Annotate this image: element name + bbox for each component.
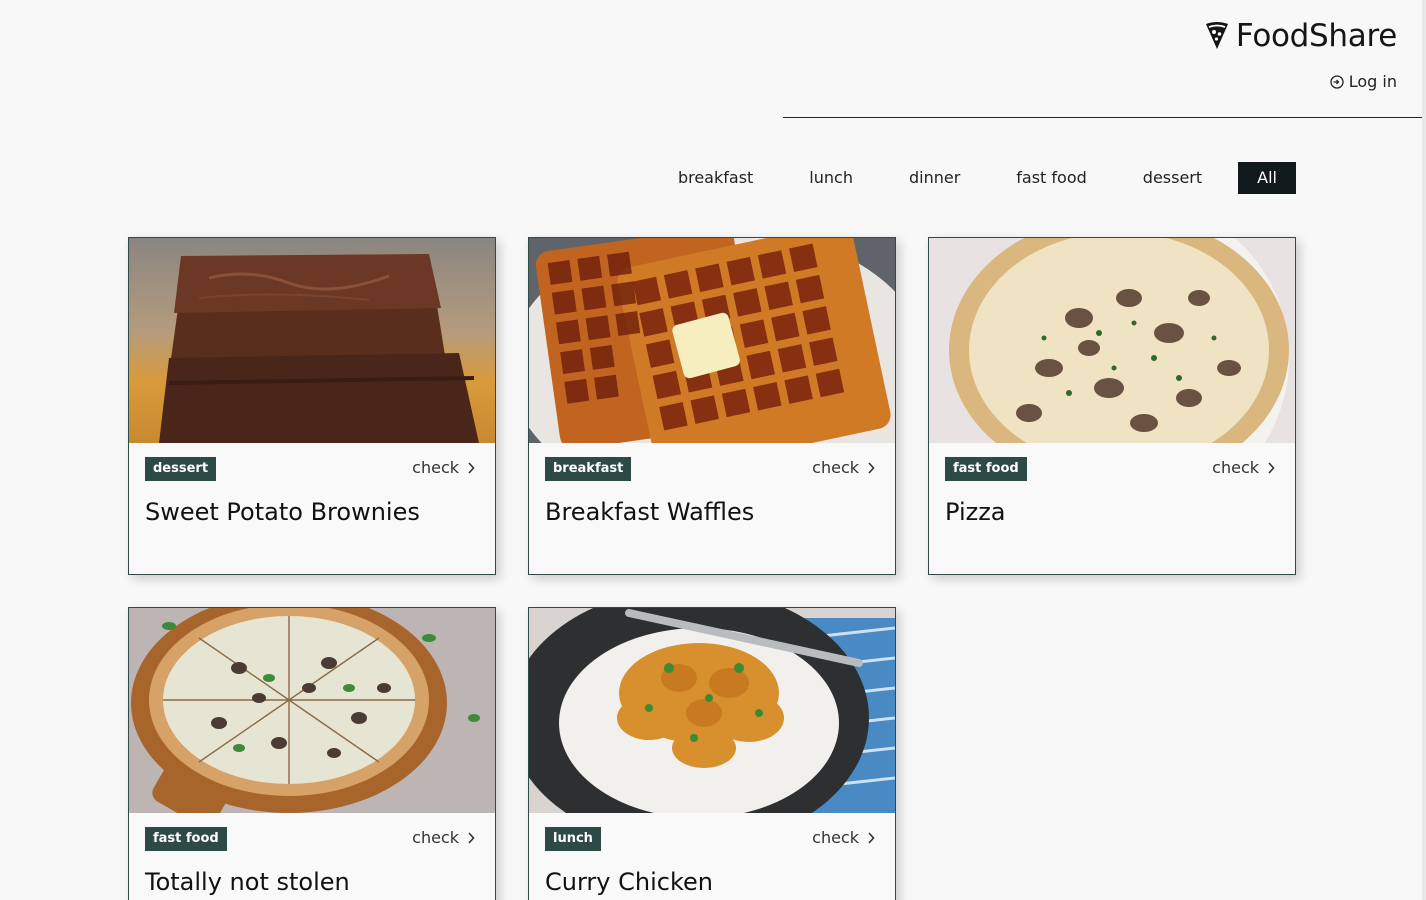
check-link[interactable]: check bbox=[412, 458, 475, 477]
check-link[interactable]: check bbox=[812, 828, 875, 847]
brand-name: FoodShare bbox=[1235, 18, 1397, 54]
filter-fast-food[interactable]: fast food bbox=[988, 162, 1115, 194]
check-link[interactable]: check bbox=[412, 828, 475, 847]
recipe-image bbox=[929, 238, 1295, 443]
recipe-title: Pizza bbox=[945, 498, 1006, 526]
brand-logo[interactable]: FoodShare bbox=[1204, 18, 1397, 54]
check-link[interactable]: check bbox=[1212, 458, 1275, 477]
check-label: check bbox=[812, 828, 859, 847]
pizza-board-photo bbox=[129, 608, 495, 813]
recipe-title: Totally not stolen bbox=[145, 868, 350, 896]
recipe-title: Curry Chicken bbox=[545, 868, 713, 896]
check-label: check bbox=[1212, 458, 1259, 477]
curry-rice-photo bbox=[529, 608, 895, 813]
check-label: check bbox=[412, 828, 459, 847]
category-badge: breakfast bbox=[545, 457, 632, 481]
chevron-right-icon bbox=[1268, 461, 1275, 474]
chevron-right-icon bbox=[868, 461, 875, 474]
login-link[interactable]: Log in bbox=[1330, 72, 1397, 91]
category-badge: fast food bbox=[145, 827, 227, 851]
filter-dessert[interactable]: dessert bbox=[1115, 162, 1230, 194]
check-label: check bbox=[412, 458, 459, 477]
recipe-card[interactable]: fast food check Totally not stolen bbox=[128, 607, 496, 900]
filter-dinner[interactable]: dinner bbox=[881, 162, 988, 194]
recipe-card[interactable]: fast food check Pizza bbox=[928, 237, 1296, 575]
category-badge: lunch bbox=[545, 827, 601, 851]
scrollbar-track[interactable] bbox=[1422, 0, 1426, 900]
check-link[interactable]: check bbox=[812, 458, 875, 477]
recipe-card[interactable]: lunch check Curry Chicken bbox=[528, 607, 896, 900]
check-label: check bbox=[812, 458, 859, 477]
filter-lunch[interactable]: lunch bbox=[781, 162, 881, 194]
filter-breakfast[interactable]: breakfast bbox=[650, 162, 781, 194]
login-label: Log in bbox=[1348, 72, 1397, 91]
pizza-slice-icon bbox=[1205, 22, 1228, 49]
login-icon bbox=[1330, 74, 1344, 89]
recipe-title: Sweet Potato Brownies bbox=[145, 498, 420, 526]
recipe-title: Breakfast Waffles bbox=[545, 498, 755, 526]
recipe-image bbox=[529, 238, 895, 443]
category-filters: breakfast lunch dinner fast food dessert… bbox=[650, 162, 1296, 194]
chevron-right-icon bbox=[468, 461, 475, 474]
recipe-image bbox=[129, 608, 495, 813]
chevron-right-icon bbox=[468, 831, 475, 844]
recipe-card[interactable]: breakfast check Breakfast Waffles bbox=[528, 237, 896, 575]
recipe-card[interactable]: dessert check Sweet Potato Brownies bbox=[128, 237, 496, 575]
filter-all[interactable]: All bbox=[1238, 162, 1296, 194]
waffles-photo bbox=[529, 238, 895, 443]
mushroom-pizza-photo bbox=[929, 238, 1295, 443]
recipe-image bbox=[129, 238, 495, 443]
category-badge: fast food bbox=[945, 457, 1027, 481]
brownies-photo bbox=[129, 238, 495, 443]
header-divider bbox=[783, 117, 1423, 118]
page: FoodShare Log in breakfast lunch dinner … bbox=[0, 0, 1426, 900]
chevron-right-icon bbox=[868, 831, 875, 844]
category-badge: dessert bbox=[145, 457, 217, 481]
recipe-image bbox=[529, 608, 895, 813]
